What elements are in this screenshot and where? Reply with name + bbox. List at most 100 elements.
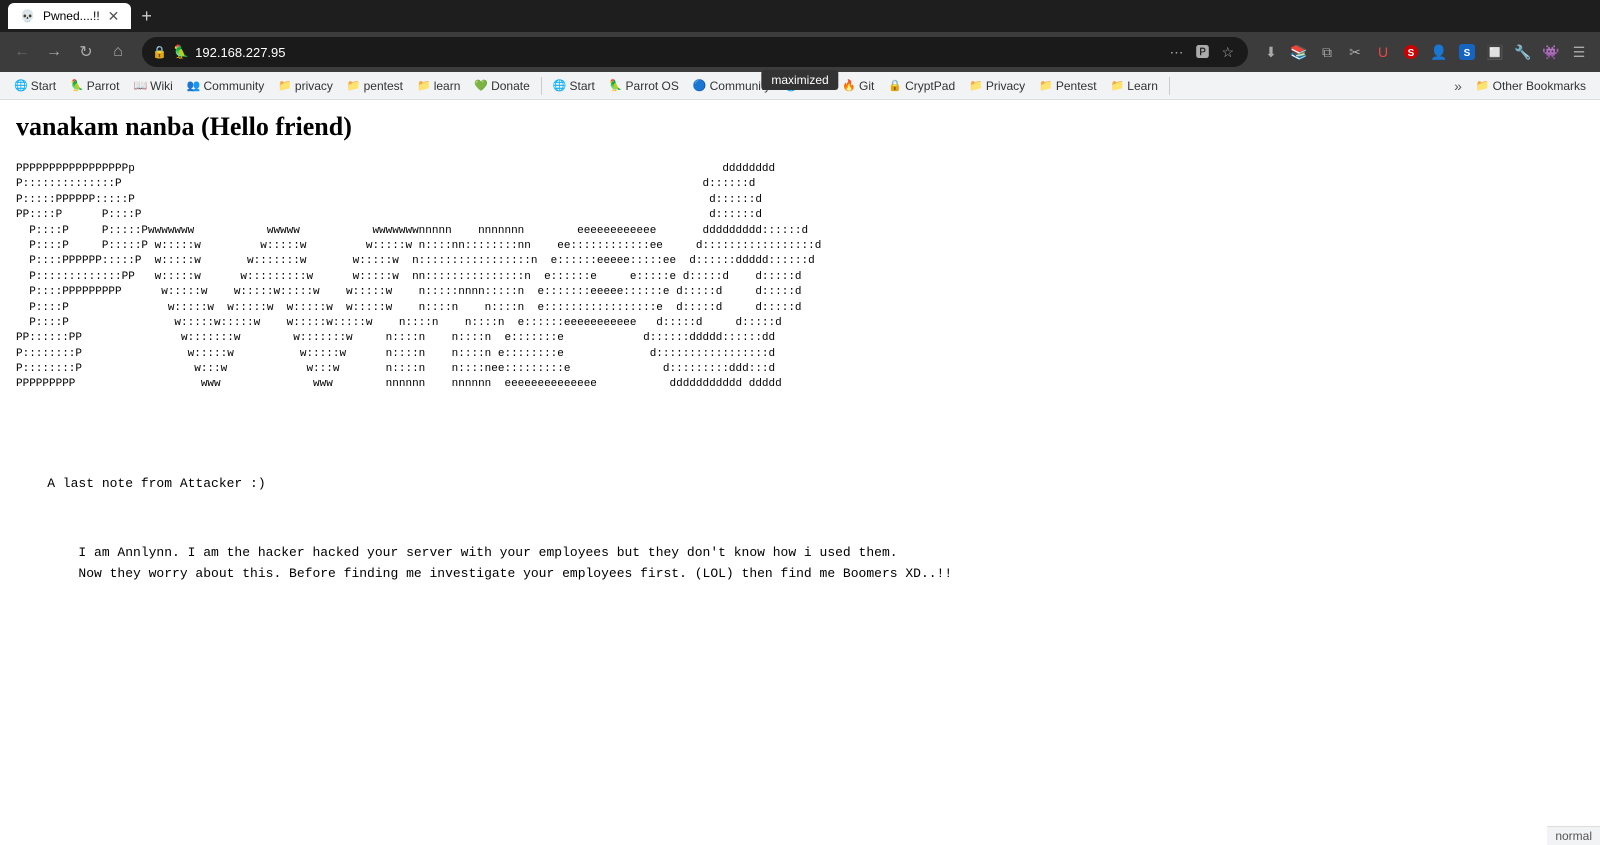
pocket-button[interactable]: 🅿 (1191, 40, 1213, 64)
bookmark-learn1[interactable]: 📁 learn (411, 77, 466, 95)
parrot-icon: 🦜 (173, 44, 189, 60)
bookmark-privacy1-icon: 📁 (278, 79, 292, 92)
address-bar-actions: ⋯ 🅿 ☆ (1165, 40, 1238, 64)
bookmark-start2[interactable]: 🌐 Start (547, 77, 601, 95)
note-header: A last note from Attacker :) (16, 474, 1584, 495)
bookmark-parrot-label: Parrot (87, 79, 120, 93)
new-tab-button[interactable]: + (135, 6, 158, 27)
ext7-button[interactable]: 👾 (1538, 39, 1564, 65)
toolbar-right: ⬇ 📚 ⧉ ✂ U S 👤 S 🔲 🔧 👾 ☰ (1258, 39, 1592, 65)
bookmark-star-button[interactable]: ☆ (1217, 42, 1238, 63)
bookmark-donate[interactable]: 💚 Donate (468, 77, 535, 95)
bookmark-parrotos-icon: 🦜 (609, 79, 623, 92)
bookmark-wiki-label: Wiki (150, 79, 173, 93)
toolbar: ← → ↻ ⌂ 🔒 🦜 ⋯ 🅿 ☆ maximized ⬇ 📚 ⧉ ✂ U S … (0, 32, 1600, 72)
note-body: I am Annlynn. I am the hacker hacked you… (16, 543, 1584, 585)
bookmark-pentest2-icon: 📁 (1039, 79, 1053, 92)
svg-text:S: S (1408, 48, 1415, 59)
bookmark-separator2 (1169, 77, 1170, 95)
bookmark-parrotos[interactable]: 🦜 Parrot OS (603, 77, 685, 95)
browser-chrome: 💀 Pwned....!! ✕ + ← → ↻ ⌂ 🔒 🦜 ⋯ 🅿 ☆ maxi… (0, 0, 1600, 100)
bookmark-community1[interactable]: 👥 Community (181, 77, 270, 95)
bookmark-docs[interactable]: 🌐 Docs (778, 77, 834, 95)
page-title: vanakam nanba (Hello friend) (16, 112, 1584, 142)
bookmark-start1-icon: 🌐 (14, 79, 28, 92)
bookmark-start2-icon: 🌐 (553, 79, 567, 92)
bookmark-learn2-label: Learn (1127, 79, 1158, 93)
bookmark-pentest2[interactable]: 📁 Pentest (1033, 77, 1102, 95)
refresh-button[interactable]: ↻ (72, 38, 100, 66)
bookmark-wiki-icon: 📖 (133, 79, 147, 92)
status-text: normal (1555, 829, 1592, 843)
bookmark-pentest2-label: Pentest (1056, 79, 1097, 93)
bookmark-start1[interactable]: 🌐 Start (8, 77, 62, 95)
back-button[interactable]: ← (8, 38, 36, 66)
bookmarks-more-button[interactable]: » (1448, 76, 1468, 96)
bookmark-learn2[interactable]: 📁 Learn (1105, 77, 1164, 95)
tab-bar: 💀 Pwned....!! ✕ + (0, 0, 1600, 32)
screenshot-button[interactable]: ✂ (1342, 39, 1368, 65)
more-options-button[interactable]: ⋯ (1165, 42, 1187, 63)
bookmark-cryptpad-icon: 🔒 (888, 79, 902, 92)
menu-button[interactable]: ☰ (1566, 39, 1592, 65)
tab-icon: 💀 (20, 9, 35, 23)
ext6-button[interactable]: 🔧 (1510, 39, 1536, 65)
collections-button[interactable]: 📚 (1286, 39, 1312, 65)
ext1-button[interactable]: U (1370, 39, 1396, 65)
bookmark-separator (541, 77, 542, 95)
bookmark-cryptpad[interactable]: 🔒 CryptPad (882, 77, 961, 95)
bookmark-privacy2-icon: 📁 (969, 79, 983, 92)
svg-text:S: S (1464, 48, 1471, 59)
tab-close-button[interactable]: ✕ (108, 8, 120, 25)
bookmark-other-label: Other Bookmarks (1493, 79, 1586, 93)
bookmark-cryptpad-label: CryptPad (905, 79, 955, 93)
bookmark-docs-icon: 🌐 (784, 79, 798, 92)
bookmark-privacy2-label: Privacy (986, 79, 1025, 93)
bookmark-community2[interactable]: 🔵 Community (687, 77, 776, 95)
bookmark-docs-label: Docs (801, 79, 828, 93)
bookmark-learn1-icon: 📁 (417, 79, 431, 92)
address-bar-input[interactable] (195, 45, 1159, 60)
ext4-button[interactable]: S (1454, 39, 1480, 65)
forward-button[interactable]: → (40, 38, 68, 66)
bookmark-parrot-icon: 🦜 (70, 79, 84, 92)
bookmark-parrot[interactable]: 🦜 Parrot (64, 77, 125, 95)
bookmark-start1-label: Start (31, 79, 56, 93)
tab-title: Pwned....!! (43, 9, 100, 23)
bookmark-privacy1[interactable]: 📁 privacy (272, 77, 339, 95)
ext5-button[interactable]: 🔲 (1482, 39, 1508, 65)
status-bar: normal (1547, 826, 1600, 845)
bookmark-wiki[interactable]: 📖 Wiki (127, 77, 178, 95)
home-button[interactable]: ⌂ (104, 38, 132, 66)
address-bar-container: 🔒 🦜 ⋯ 🅿 ☆ (142, 37, 1248, 67)
bookmarks-bar: 🌐 Start 🦜 Parrot 📖 Wiki 👥 Community 📁 pr… (0, 72, 1600, 100)
active-tab[interactable]: 💀 Pwned....!! ✕ (8, 3, 131, 29)
ext2-button[interactable]: S (1398, 39, 1424, 65)
bookmark-start2-label: Start (570, 79, 595, 93)
bookmark-privacy1-label: privacy (295, 79, 333, 93)
bookmark-privacy2[interactable]: 📁 Privacy (963, 77, 1031, 95)
bookmark-pentest1[interactable]: 📁 pentest (341, 77, 409, 95)
bookmark-git-icon: 🔥 (842, 79, 856, 92)
bookmark-other[interactable]: 📁 Other Bookmarks (1470, 77, 1592, 95)
bookmark-git[interactable]: 🔥 Git (836, 77, 880, 95)
bookmark-learn2-icon: 📁 (1111, 79, 1125, 92)
bookmark-community1-label: Community (204, 79, 265, 93)
bookmark-donate-label: Donate (491, 79, 530, 93)
bookmark-community2-label: Community (710, 79, 771, 93)
tab-view-button[interactable]: ⧉ (1314, 39, 1340, 65)
ext3-button[interactable]: 👤 (1426, 39, 1452, 65)
ascii-art: PPPPPPPPPPPPPPPPPp dddddddd P:::::::::::… (16, 162, 1584, 393)
page-content: vanakam nanba (Hello friend) PPPPPPPPPPP… (0, 100, 1600, 800)
bookmark-donate-icon: 💚 (474, 79, 488, 92)
bookmark-learn1-label: learn (434, 79, 461, 93)
note-section: A last note from Attacker :) I am Annlyn… (16, 433, 1584, 626)
bookmark-community1-icon: 👥 (187, 79, 201, 92)
bookmark-git-label: Git (859, 79, 874, 93)
security-icon: 🔒 (152, 45, 167, 59)
bookmark-pentest1-label: pentest (364, 79, 403, 93)
bookmark-other-icon: 📁 (1476, 79, 1490, 92)
bookmark-pentest1-icon: 📁 (347, 79, 361, 92)
bookmark-parrotos-label: Parrot OS (626, 79, 679, 93)
download-button[interactable]: ⬇ (1258, 39, 1284, 65)
